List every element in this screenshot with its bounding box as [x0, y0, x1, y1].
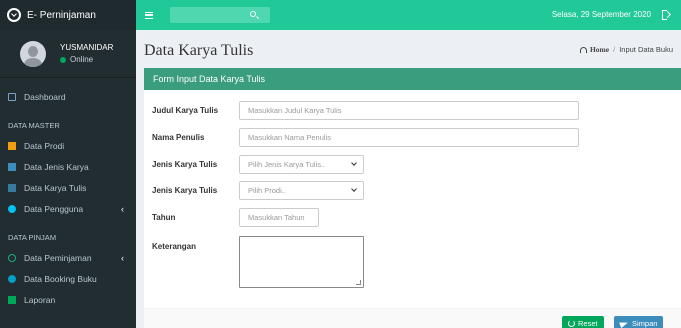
- sidebar-item-dashboard[interactable]: Dashboard: [0, 86, 136, 107]
- row-keterangan: Keterangan: [152, 236, 364, 288]
- search-input[interactable]: [170, 7, 270, 23]
- dashboard-icon: [579, 46, 587, 53]
- brand[interactable]: E- Perninjaman: [0, 0, 136, 30]
- row-judul: Judul Karya Tulis Masukkan Judul Karya T…: [152, 101, 579, 120]
- keterangan-textarea[interactable]: [239, 236, 364, 288]
- sidebar-item-data-peminjaman[interactable]: Data Peminjaman ‹: [0, 247, 136, 268]
- sidebar: E- Perninjaman YUSMANIDAR Online Dashboa…: [0, 0, 136, 328]
- send-icon: [619, 319, 629, 328]
- tahun-label: Tahun: [152, 213, 176, 222]
- tahun-input[interactable]: Masukkan Tahun: [239, 208, 319, 227]
- breadcrumb-current: Input Data Buku: [619, 45, 673, 54]
- undo-icon: [568, 320, 575, 327]
- chevron-left-icon: ‹: [121, 253, 124, 263]
- prodi-select-value: Pilih Prodi..: [248, 186, 286, 195]
- menu-header-data-pinjam: DATA PINJAM: [8, 232, 57, 242]
- menu-header-data-master: DATA MASTER: [8, 120, 60, 130]
- sidebar-item-data-pengguna[interactable]: Data Pengguna ‹: [0, 198, 136, 219]
- sidebar-item-label: Dashboard: [24, 91, 66, 102]
- save-button-label: Simpan: [632, 319, 658, 328]
- breadcrumb-separator: /: [613, 45, 616, 54]
- circle-icon: [8, 274, 16, 283]
- reset-button-label: Reset: [578, 319, 598, 328]
- prodi-select[interactable]: Pilih Prodi..: [239, 181, 364, 200]
- form-footer: Reset Simpan: [144, 308, 681, 328]
- row-jenis: Jenis Karya Tulis Pilih Jenis Karya Tuli…: [152, 155, 364, 174]
- edit-icon: [8, 162, 16, 171]
- breadcrumb: Home / Input Data Buku: [579, 45, 673, 54]
- sidebar-item-data-karya-tulis[interactable]: Data Karya Tulis: [0, 177, 136, 198]
- book-icon: [8, 141, 16, 150]
- jenis-select[interactable]: Pilih Jenis Karya Tulis..: [239, 155, 364, 174]
- breadcrumb-home[interactable]: Home: [590, 45, 609, 54]
- user-panel: YUSMANIDAR Online: [0, 30, 136, 78]
- row-prodi: Jenis Karya Tulis Pilih Prodi..: [152, 181, 364, 200]
- logout-icon[interactable]: [662, 10, 670, 20]
- user-status-label: Online: [70, 55, 94, 64]
- jenis-select-value: Pilih Jenis Karya Tulis..: [248, 160, 326, 169]
- sidebar-item-data-booking-buku[interactable]: Data Booking Buku: [0, 268, 136, 289]
- prodi-label: Jenis Karya Tulis: [152, 186, 218, 195]
- brand-title: E- Perninjaman: [27, 9, 96, 21]
- sidebar-item-data-prodi[interactable]: Data Prodi: [0, 135, 136, 156]
- nama-label: Nama Penulis: [152, 133, 205, 142]
- users-icon: [8, 204, 16, 213]
- jenis-label: Jenis Karya Tulis: [152, 160, 218, 169]
- sidebar-item-label: Data Pengguna: [24, 203, 84, 214]
- sidebar-item-label: Data Jenis Karya: [24, 161, 89, 172]
- chevron-left-icon: ‹: [121, 204, 124, 214]
- user-status: Online: [60, 55, 113, 64]
- file-icon: [8, 295, 16, 304]
- sidebar-item-label: Data Karya Tulis: [24, 182, 87, 193]
- search-icon[interactable]: [250, 11, 256, 17]
- content-header: Data Karya Tulis Home / Input Data Buku: [136, 30, 681, 68]
- save-button[interactable]: Simpan: [614, 316, 664, 328]
- form-box: Form Input Data Karya Tulis Judul Karya …: [144, 68, 681, 328]
- sidebar-item-label: Laporan: [24, 294, 56, 305]
- chevron-down-icon: [351, 186, 357, 192]
- judul-input[interactable]: Masukkan Judul Karya Tulis: [239, 101, 579, 120]
- logo-icon: [7, 8, 21, 22]
- loop-icon: [8, 253, 16, 262]
- form-header: Form Input Data Karya Tulis: [144, 68, 681, 90]
- page-title: Data Karya Tulis: [144, 42, 254, 59]
- menu-toggle-icon[interactable]: [145, 11, 153, 19]
- nama-input[interactable]: Masukkan Nama Penulis: [239, 128, 579, 147]
- sidebar-item-laporan[interactable]: Laporan: [0, 289, 136, 310]
- current-date: Selasa, 29 September 2020: [551, 10, 651, 19]
- online-dot-icon: [60, 56, 66, 63]
- user-name: YUSMANIDAR: [60, 43, 114, 52]
- sidebar-item-data-jenis-karya[interactable]: Data Jenis Karya: [0, 156, 136, 177]
- sidebar-item-label: Data Peminjaman: [24, 252, 92, 263]
- sidebar-item-label: Data Booking Buku: [24, 273, 97, 284]
- book-icon: [8, 183, 16, 192]
- avatar: [20, 40, 46, 67]
- row-nama: Nama Penulis Masukkan Nama Penulis: [152, 128, 579, 147]
- sidebar-item-label: Data Prodi: [24, 140, 65, 151]
- reset-button[interactable]: Reset: [562, 316, 604, 328]
- judul-label: Judul Karya Tulis: [152, 106, 219, 115]
- row-tahun: Tahun Masukkan Tahun: [152, 208, 319, 227]
- keterangan-label: Keterangan: [152, 242, 197, 251]
- top-navbar: Selasa, 29 September 2020: [136, 0, 681, 30]
- chevron-down-icon: [351, 160, 357, 166]
- monitor-icon: [8, 92, 16, 101]
